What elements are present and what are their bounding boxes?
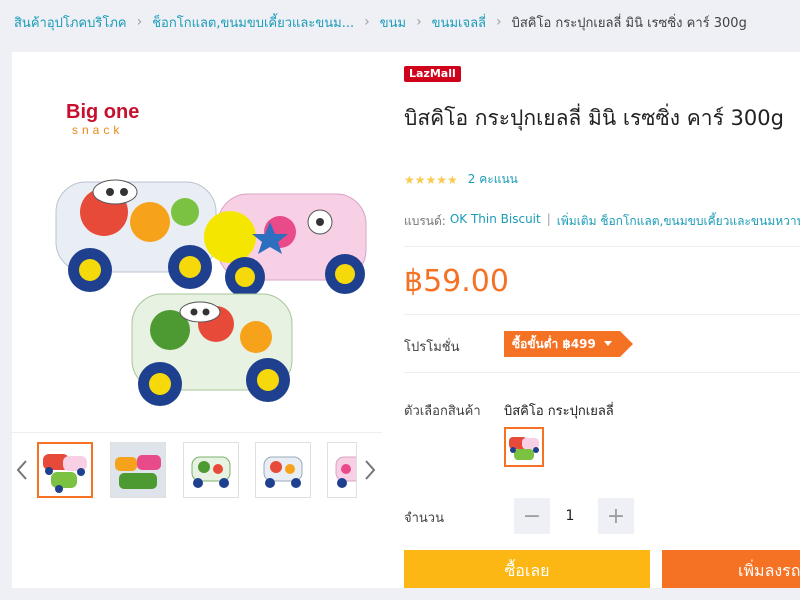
divider bbox=[404, 246, 800, 247]
gallery-divider bbox=[12, 432, 382, 433]
brand-logo-text: Big one bbox=[66, 101, 139, 123]
product-title: บิสคิโอ กระปุกเยลลี่ มินิ เรซซิ่ง คาร์ 3… bbox=[404, 106, 784, 130]
brand-logo-subtext: snack bbox=[72, 123, 123, 137]
jelly-car-image bbox=[55, 179, 217, 292]
product-card: Big one snack LazMall บิสคิโอ กระปุกเยลล… bbox=[12, 52, 800, 592]
variant-swatch[interactable] bbox=[504, 427, 544, 467]
star-rating-icon: ★★★★★ bbox=[404, 172, 458, 187]
breadcrumb-current: บิสคิโอ กระปุกเยลลี่ มินิ เรซซิ่ง คาร์ 3… bbox=[511, 15, 747, 31]
quantity-label: จำนวน bbox=[404, 511, 444, 526]
thumbnail-5[interactable] bbox=[327, 442, 357, 498]
brand-link[interactable]: OK Thin Biscuit bbox=[450, 212, 541, 231]
thumbnail-4[interactable] bbox=[255, 442, 311, 498]
chevron-right-icon: › bbox=[496, 14, 502, 30]
breadcrumb-item-chocolate-snacks[interactable]: ช็อกโกแลต,ขนมขบเคี้ยวและขนม... bbox=[152, 12, 354, 33]
chevron-right-icon: › bbox=[416, 14, 422, 30]
thumbnail-3[interactable] bbox=[183, 442, 239, 498]
buy-now-button[interactable]: ซื้อเลย bbox=[404, 550, 650, 592]
divider bbox=[404, 314, 800, 315]
rating-row: ★★★★★ 2 คะแนน bbox=[404, 170, 518, 189]
breadcrumb-item-jelly[interactable]: ขนมเจลลี่ bbox=[432, 12, 486, 33]
jelly-car-image bbox=[131, 293, 293, 406]
brand-row: แบรนด์: OK Thin Biscuit | เพิ่มเติม ช็อก… bbox=[404, 212, 800, 231]
quantity-minus-button[interactable]: − bbox=[514, 498, 550, 534]
promotion-tag-text: ซื้อขั้นต่ำ ฿499 bbox=[512, 336, 596, 351]
product-gallery: Big one snack bbox=[12, 52, 382, 588]
chevron-right-icon: › bbox=[136, 14, 143, 30]
lazmall-badge: LazMall bbox=[404, 66, 461, 82]
thumbnail-strip bbox=[12, 442, 382, 498]
divider bbox=[404, 372, 800, 373]
chevron-right-icon[interactable] bbox=[360, 456, 380, 484]
promotion-label: โปรโมชั่น bbox=[404, 340, 460, 355]
product-info: LazMall บิสคิโอ กระปุกเยลลี่ มินิ เรซซิ่… bbox=[404, 52, 800, 592]
chevron-left-icon[interactable] bbox=[12, 456, 32, 484]
quantity-value[interactable]: 1 bbox=[550, 498, 590, 534]
brand-label: แบรนด์: bbox=[404, 214, 446, 228]
jelly-car-image bbox=[204, 193, 367, 297]
quantity-plus-button[interactable]: + bbox=[598, 498, 634, 534]
thumbnail-1[interactable] bbox=[37, 442, 93, 498]
add-to-cart-button[interactable]: เพิ่มลงรถเข็น bbox=[662, 550, 800, 592]
main-product-image[interactable]: Big one snack bbox=[20, 62, 382, 432]
variant-label: ตัวเลือกสินค้า bbox=[404, 404, 481, 419]
chevron-right-icon: › bbox=[364, 14, 370, 30]
promotion-tag[interactable]: ซื้อขั้นต่ำ ฿499 bbox=[504, 331, 633, 357]
page-bottom-edge bbox=[0, 588, 800, 600]
breadcrumb: สินค้าอุปโภคบริโภค › ช็อกโกแลต,ขนมขบเคี้… bbox=[0, 0, 800, 44]
more-category-link[interactable]: เพิ่มเติม ช็อกโกแลต,ขนมขบเคี้ยวและขนมหวา… bbox=[557, 212, 800, 231]
brand-separator: | bbox=[546, 212, 551, 226]
breadcrumb-item-consumer-goods[interactable]: สินค้าอุปโภคบริโภค bbox=[14, 12, 127, 33]
product-price: ฿59.00 bbox=[404, 264, 509, 299]
thumbnail-2[interactable] bbox=[110, 442, 166, 498]
variant-name: บิสคิโอ กระปุกเยลลี่ bbox=[504, 404, 614, 419]
caret-down-icon bbox=[603, 341, 612, 346]
rating-count-link[interactable]: 2 คะแนน bbox=[468, 170, 518, 189]
breadcrumb-item-snacks[interactable]: ขนม bbox=[380, 12, 406, 33]
